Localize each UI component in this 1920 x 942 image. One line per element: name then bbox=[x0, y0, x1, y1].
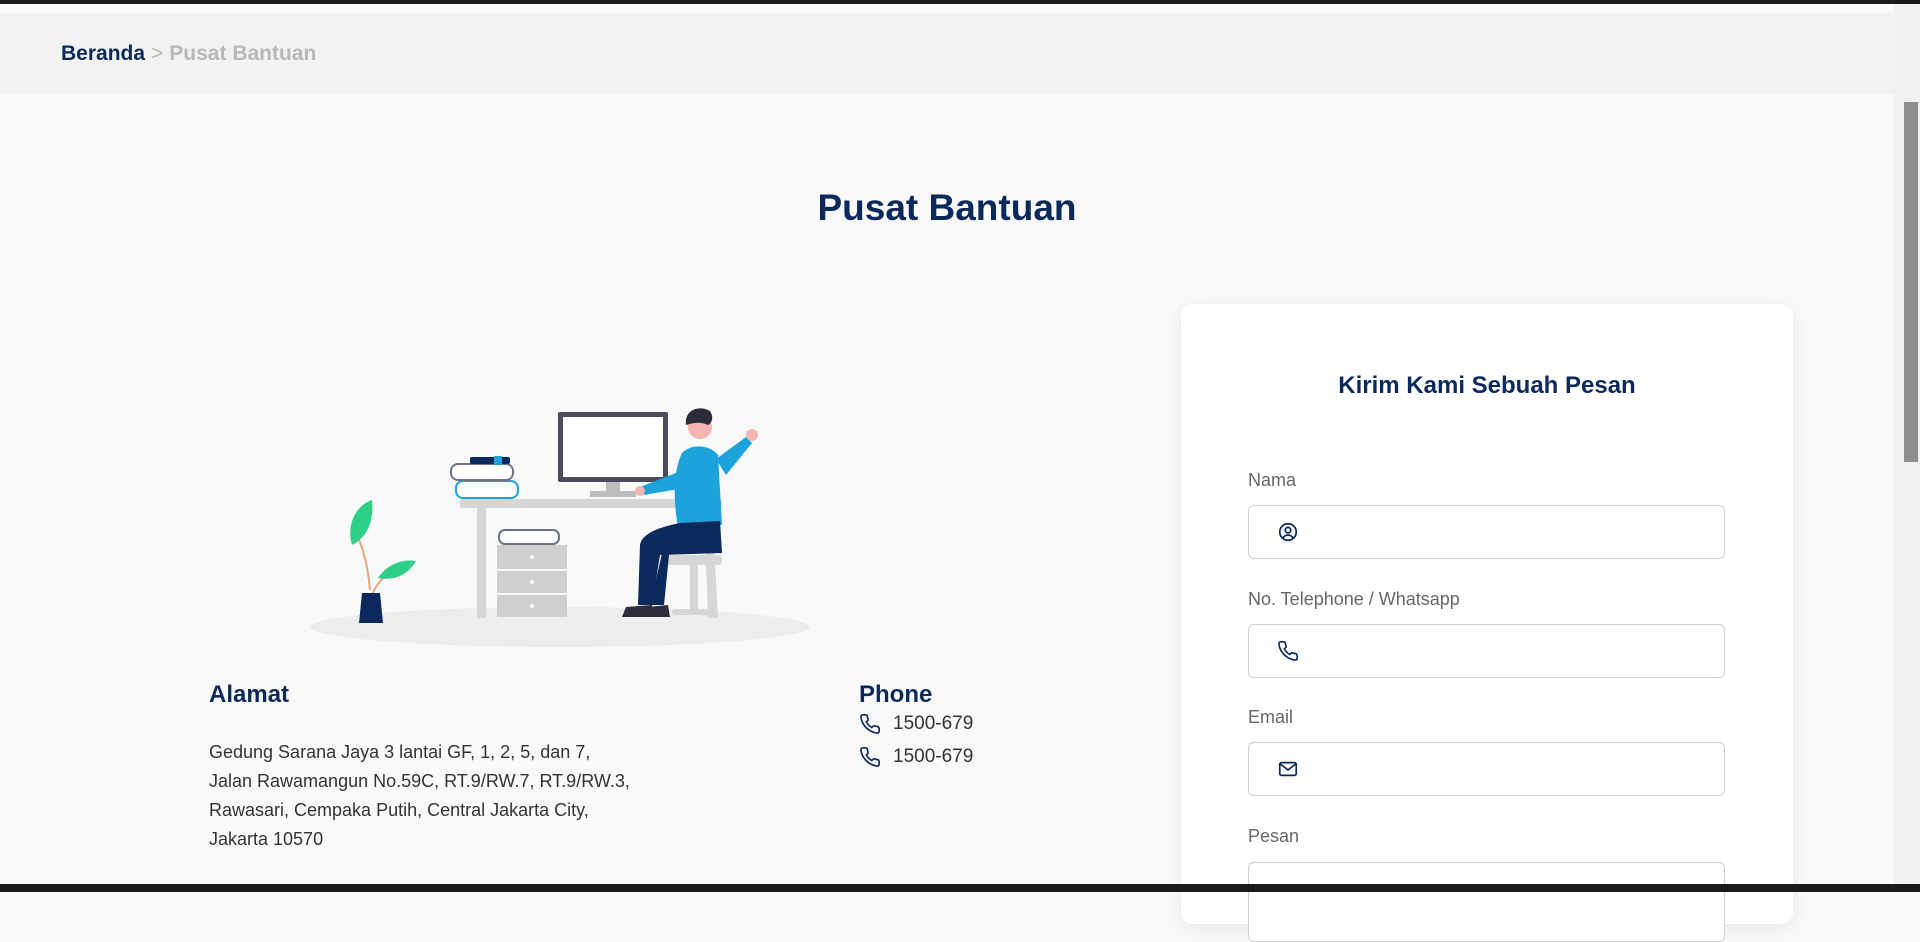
phone-field bbox=[1248, 624, 1725, 678]
page-scrollbar-thumb[interactable] bbox=[1904, 102, 1918, 462]
contact-form-title: Kirim Kami Sebuah Pesan bbox=[1338, 372, 1636, 399]
email-input[interactable] bbox=[1313, 742, 1724, 796]
phone-icon bbox=[859, 746, 881, 768]
window-top-border bbox=[0, 0, 1920, 4]
breadcrumb: Beranda > Pusat Bantuan bbox=[0, 13, 1894, 94]
address-heading: Alamat bbox=[209, 681, 290, 708]
breadcrumb-current: Pusat Bantuan bbox=[169, 41, 317, 65]
message-field-label: Pesan bbox=[1248, 826, 1300, 846]
help-center-illustration bbox=[310, 408, 810, 647]
name-input[interactable] bbox=[1313, 505, 1724, 559]
name-field-label: Nama bbox=[1248, 470, 1297, 490]
email-field bbox=[1248, 742, 1725, 796]
phone-number[interactable]: 1500-679 bbox=[893, 713, 973, 735]
mail-icon bbox=[1277, 758, 1299, 780]
address-line: Jakarta 10570 bbox=[209, 829, 324, 849]
phone-number-row: 1500-679 bbox=[859, 713, 973, 735]
contact-form-card: Kirim Kami Sebuah Pesan Nama No. Telepho… bbox=[1181, 304, 1793, 942]
phone-number-row: 1500-679 bbox=[859, 746, 973, 768]
name-field bbox=[1248, 505, 1725, 559]
user-circle-icon bbox=[1277, 521, 1299, 543]
address-line: Jalan Rawamangun No.59C, RT.9/RW.7, RT.9… bbox=[209, 771, 630, 791]
phone-icon bbox=[1277, 640, 1299, 662]
email-field-label: Email bbox=[1248, 707, 1294, 727]
address-text: Gedung Sarana Jaya 3 lantai GF, 1, 2, 5,… bbox=[209, 738, 679, 854]
phone-input[interactable] bbox=[1313, 624, 1724, 678]
breadcrumb-home-link[interactable]: Beranda bbox=[61, 42, 145, 66]
breadcrumb-separator: > bbox=[151, 41, 164, 65]
phone-icon bbox=[859, 713, 881, 735]
window-bottom-border bbox=[0, 884, 1920, 892]
address-line: Rawasari, Cempaka Putih, Central Jakarta… bbox=[209, 800, 589, 820]
phone-number[interactable]: 1500-679 bbox=[893, 746, 973, 768]
page-title: Pusat Bantuan bbox=[817, 187, 1077, 228]
address-line: Gedung Sarana Jaya 3 lantai GF, 1, 2, 5,… bbox=[209, 742, 591, 762]
phone-field-label: No. Telephone / Whatsapp bbox=[1248, 589, 1460, 609]
phone-heading: Phone bbox=[859, 681, 933, 708]
message-field bbox=[1248, 862, 1725, 942]
message-input[interactable] bbox=[1249, 862, 1724, 942]
